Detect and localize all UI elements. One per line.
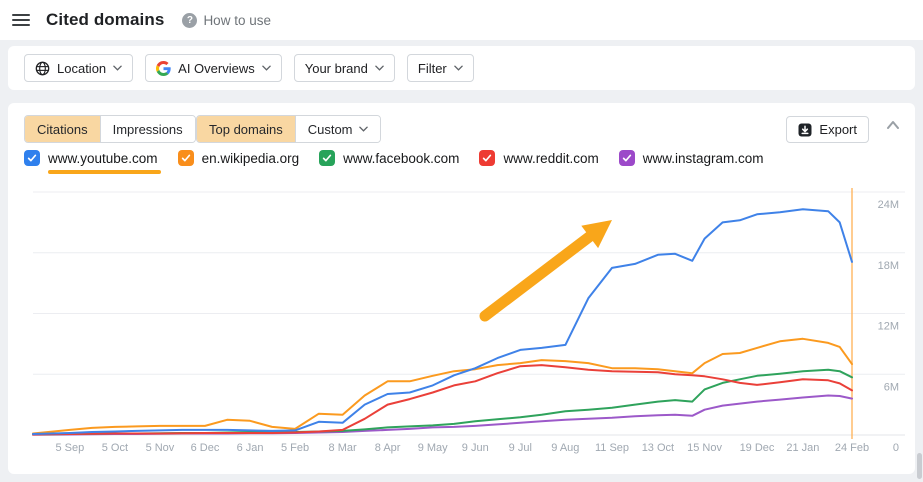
svg-text:21 Jan: 21 Jan — [786, 442, 819, 454]
svg-text:8 Apr: 8 Apr — [375, 442, 401, 454]
legend: www.youtube.com en.wikipedia.org www.fac… — [24, 150, 764, 166]
svg-text:9 May: 9 May — [418, 442, 448, 454]
globe-icon — [35, 61, 50, 76]
svg-text:13 Oct: 13 Oct — [642, 442, 674, 454]
svg-text:6 Dec: 6 Dec — [191, 442, 220, 454]
how-to-use-label: How to use — [203, 13, 271, 28]
tab-impressions[interactable]: Impressions — [100, 116, 195, 142]
filter-bar: Location AI Overviews Your brand Filter — [8, 46, 915, 90]
filter-button[interactable]: Filter — [407, 54, 474, 82]
svg-text:19 Dec: 19 Dec — [740, 442, 775, 454]
svg-text:11 Sep: 11 Sep — [595, 442, 629, 454]
tab-custom[interactable]: Custom — [295, 116, 380, 142]
svg-text:18M: 18M — [878, 260, 899, 272]
svg-text:5 Sep: 5 Sep — [55, 442, 84, 454]
location-filter-label: Location — [57, 61, 106, 76]
trend-arrow-annotation — [485, 220, 612, 316]
svg-text:9 Aug: 9 Aug — [551, 442, 579, 454]
svg-text:24 Feb: 24 Feb — [835, 442, 869, 454]
location-filter-button[interactable]: Location — [24, 54, 133, 82]
svg-text:24M: 24M — [878, 199, 899, 211]
page-title: Cited domains — [46, 10, 164, 30]
checkbox-checked-icon[interactable] — [619, 150, 635, 166]
checkbox-checked-icon[interactable] — [319, 150, 335, 166]
legend-item-wikipedia[interactable]: en.wikipedia.org — [178, 150, 300, 166]
legend-label: en.wikipedia.org — [202, 151, 300, 166]
svg-text:5 Oct: 5 Oct — [102, 442, 128, 454]
active-domain-underline — [48, 170, 161, 174]
page-scrollbar-thumb[interactable] — [917, 453, 922, 479]
svg-text:6 Jan: 6 Jan — [237, 442, 264, 454]
svg-text:6M: 6M — [884, 381, 899, 393]
question-mark-icon: ? — [182, 13, 197, 28]
tab-top-domains[interactable]: Top domains — [197, 116, 295, 142]
how-to-use-link[interactable]: ? How to use — [182, 13, 271, 28]
chevron-down-icon — [375, 65, 384, 71]
series-lines — [33, 209, 852, 435]
legend-item-youtube[interactable]: www.youtube.com — [24, 150, 158, 166]
svg-text:15 Nov: 15 Nov — [687, 442, 722, 454]
chevron-down-icon — [359, 126, 368, 132]
legend-label: www.reddit.com — [503, 151, 598, 166]
svg-text:12M: 12M — [878, 321, 899, 333]
tab-citations[interactable]: Citations — [25, 116, 100, 142]
tab-custom-label: Custom — [308, 122, 353, 137]
legend-label: www.instagram.com — [643, 151, 764, 166]
legend-item-facebook[interactable]: www.facebook.com — [319, 150, 459, 166]
citation-chart[interactable]: 24M 18M 12M 6M 0 5 Sep 5 Oct 5 Nov 6 Dec 6 Jan 5 F… — [8, 181, 915, 466]
svg-text:0: 0 — [893, 442, 899, 454]
legend-item-reddit[interactable]: www.reddit.com — [479, 150, 598, 166]
hamburger-menu-icon[interactable] — [12, 14, 30, 27]
top-header: Cited domains ? How to use — [0, 0, 923, 40]
download-icon — [798, 123, 812, 137]
grid-lines — [33, 192, 905, 435]
checkbox-checked-icon[interactable] — [24, 150, 40, 166]
svg-text:9 Jul: 9 Jul — [509, 442, 532, 454]
export-button[interactable]: Export — [786, 116, 869, 143]
legend-label: www.facebook.com — [343, 151, 459, 166]
svg-text:5 Nov: 5 Nov — [146, 442, 175, 454]
domain-mode-toggle: Top domains Custom — [196, 115, 381, 143]
checkbox-checked-icon[interactable] — [479, 150, 495, 166]
legend-item-instagram[interactable]: www.instagram.com — [619, 150, 764, 166]
chevron-down-icon — [262, 65, 271, 71]
your-brand-filter-label: Your brand — [305, 61, 368, 76]
export-label: Export — [819, 122, 857, 137]
cited-domains-panel: Citations Impressions Top domains Custom… — [8, 103, 915, 474]
chevron-down-icon — [454, 65, 463, 71]
checkbox-checked-icon[interactable] — [178, 150, 194, 166]
svg-text:9 Jun: 9 Jun — [462, 442, 489, 454]
ai-overviews-filter-label: AI Overviews — [178, 61, 255, 76]
collapse-panel-chevron[interactable] — [886, 120, 900, 130]
axis-labels: 24M 18M 12M 6M 0 5 Sep 5 Oct 5 Nov 6 Dec 6 Jan 5 F… — [55, 199, 899, 454]
ai-overviews-filter-button[interactable]: AI Overviews — [145, 54, 282, 82]
chevron-down-icon — [113, 65, 122, 71]
metric-toggle: Citations Impressions — [24, 115, 196, 143]
legend-label: www.youtube.com — [48, 151, 158, 166]
svg-text:8 Mar: 8 Mar — [329, 442, 357, 454]
svg-text:5 Feb: 5 Feb — [281, 442, 309, 454]
your-brand-filter-button[interactable]: Your brand — [294, 54, 395, 82]
filter-button-label: Filter — [418, 61, 447, 76]
google-icon — [156, 61, 171, 76]
